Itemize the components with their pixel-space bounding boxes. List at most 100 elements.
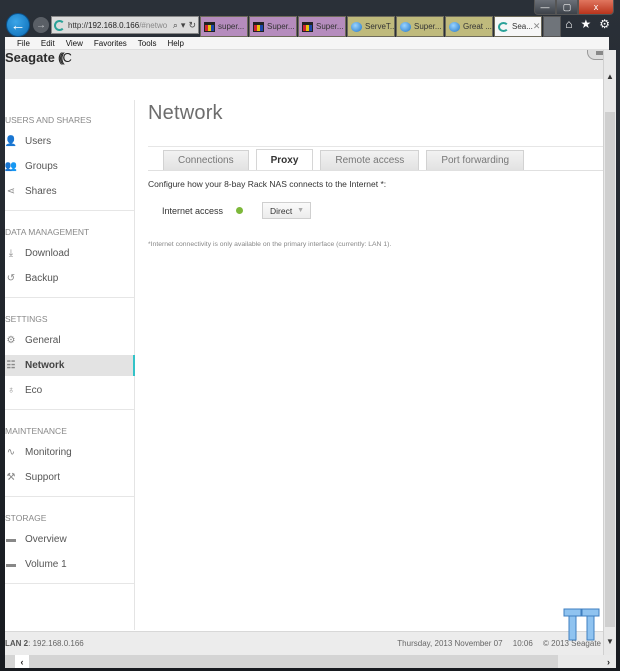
address-bar[interactable]: http://192.168.0.166/#netwo ⌕ ▾ ↻ [51, 16, 199, 34]
refresh-icon[interactable]: ↻ [188, 20, 196, 31]
sidebar-item-overview[interactable]: ▬ Overview [5, 529, 134, 550]
sidebar-item-groups[interactable]: 👥 Groups [5, 156, 134, 177]
browser-tab-label: ServeT... [365, 22, 395, 31]
tab-connections[interactable]: Connections [163, 150, 249, 170]
tab-proxy[interactable]: Proxy [255, 149, 314, 170]
home-icon[interactable]: ⌂ [565, 17, 572, 31]
tab-port-forwarding[interactable]: Port forwarding [426, 150, 525, 170]
shopping-bag-icon [204, 21, 215, 32]
back-button[interactable]: ← [6, 13, 30, 37]
browser-tab[interactable]: Great ... [445, 16, 493, 37]
seagate-icon [498, 21, 509, 32]
vertical-scrollbar[interactable]: ▲ ▼ [603, 50, 616, 655]
globe-icon [449, 21, 460, 32]
minimize-icon: — [540, 2, 550, 12]
sidebar-item-users[interactable]: 👤 Users [5, 131, 134, 152]
scroll-down-icon[interactable]: ▼ [604, 637, 616, 646]
sidebar-item-label: Shares [25, 186, 57, 197]
tweaktown-watermark-icon [563, 608, 600, 641]
sidebar-section-title: Storage [5, 513, 47, 523]
backup-icon: ↺ [6, 273, 16, 284]
lan-ip: : 192.168.0.166 [28, 639, 84, 648]
sidebar-item-label: Download [25, 248, 70, 259]
tabs-divider [148, 170, 603, 171]
seagate-logo[interactable]: Seagate ((( C [5, 50, 72, 65]
sidebar-item-volume-1[interactable]: ▬ Volume 1 [5, 554, 134, 575]
browser-tab-label: Super... [316, 22, 344, 31]
maximize-icon: ▢ [562, 1, 572, 12]
tab-remote-access[interactable]: Remote access [320, 150, 420, 170]
browser-tab[interactable]: Super... [298, 16, 346, 37]
sidebar-section: Storage ▬ Overview ▬ Volume 1 [5, 511, 134, 584]
arrow-right-icon: → [36, 19, 46, 31]
browser-tab-label: super... [218, 22, 245, 31]
browser-tab[interactable]: Super... [249, 16, 297, 37]
internet-access-label: Internet access [162, 205, 224, 216]
search-icon[interactable]: ⌕ [173, 20, 178, 31]
sidebar-section: Maintenance ∿ Monitoring ⚒ Support [5, 424, 134, 497]
page-title: Network [148, 102, 223, 124]
sidebar-item-shares[interactable]: ⋖ Shares [5, 181, 134, 202]
globe-icon [351, 21, 362, 32]
scroll-right-icon[interactable]: › [558, 655, 616, 668]
address-scheme: http:// [68, 20, 89, 30]
page-viewport: Seagate ((( C Users and Shares 👤 Users 👥 Gro… [5, 50, 603, 655]
sidebar-item-label: Eco [25, 385, 43, 396]
sidebar-section-title: Settings [5, 314, 48, 324]
new-tab-button[interactable] [543, 16, 561, 37]
browser-tab[interactable]: Super... [396, 16, 444, 37]
status-dot-icon [236, 207, 244, 214]
disk-icon: ▬ [6, 559, 16, 570]
browser-tab[interactable]: Sea... ✕ [494, 16, 542, 37]
favorites-star-icon[interactable]: ★ [580, 17, 591, 31]
footnote: *Internet connectivity is only available… [148, 241, 392, 248]
menu-favorites[interactable]: Favorites [94, 39, 127, 48]
user-icon: 👤 [5, 136, 18, 147]
sidebar-item-eco[interactable]: ♁ Eco [5, 380, 134, 401]
internet-access-select[interactable]: Direct ▼ [262, 202, 312, 219]
sidebar-item-download[interactable]: ⤓ Download [5, 243, 134, 264]
settings-gear-icon[interactable]: ⚙ [599, 17, 610, 31]
sidebar-item-monitoring[interactable]: ∿ Monitoring [5, 442, 134, 463]
menu-file[interactable]: File [17, 39, 30, 48]
sidebar: Users and Shares 👤 Users 👥 Groups ⋖ Shares Data… [5, 100, 135, 630]
menu-edit[interactable]: Edit [41, 39, 55, 48]
dropdown-icon[interactable]: ▾ [181, 20, 186, 31]
address-host: 192.168.0.166 [88, 20, 140, 30]
chevron-down-icon: ▼ [297, 207, 305, 214]
logo-text: Seagate [5, 50, 55, 65]
wrench-icon: ⚒ [6, 472, 16, 483]
sidebar-item-general[interactable]: ⚙ General [5, 330, 134, 351]
horizontal-scrollbar[interactable]: ‹ › [5, 655, 616, 668]
sidebar-item-label: General [25, 335, 61, 346]
scroll-up-icon[interactable]: ▲ [604, 72, 616, 81]
close-tab-icon[interactable]: ✕ [533, 21, 541, 32]
browser-tab[interactable]: super... [200, 16, 248, 37]
seagate-waves-icon: ((( C [57, 50, 72, 65]
sidebar-item-network[interactable]: ☷ Network [5, 355, 135, 376]
browser-tab-label: Great ... [463, 22, 492, 31]
proxy-intro-text: Configure how your 8-bay Rack NAS connec… [148, 179, 387, 189]
lan-label: LAN 2 [5, 639, 29, 648]
status-date: Thursday, 2013 November 07 [397, 639, 503, 648]
menu-tools[interactable]: Tools [138, 39, 157, 48]
sidebar-item-label: Volume 1 [25, 559, 67, 570]
sidebar-item-label: Overview [25, 534, 67, 545]
browser-tab[interactable]: ServeT... [347, 16, 395, 37]
scroll-left-icon[interactable]: ‹ [15, 655, 29, 668]
menu-help[interactable]: Help [167, 39, 183, 48]
menu-bar: File Edit View Favorites Tools Help [5, 37, 609, 50]
menu-view[interactable]: View [66, 39, 83, 48]
forward-button[interactable]: → [33, 17, 49, 33]
arrow-left-icon: ← [10, 16, 26, 34]
sidebar-item-backup[interactable]: ↺ Backup [5, 268, 134, 289]
power-menu-button[interactable] [587, 50, 603, 60]
disk-icon: ▬ [6, 534, 16, 545]
browser-tabs: super... Super... Super... ServeT... Super..… [200, 16, 561, 37]
sidebar-section: Data Management ⤓ Download ↺ Backup [5, 225, 134, 298]
sidebar-item-support[interactable]: ⚒ Support [5, 467, 134, 488]
pulse-icon: ∿ [6, 447, 16, 458]
scroll-thumb[interactable] [605, 112, 615, 627]
globe-icon [400, 21, 411, 32]
title-divider [148, 146, 603, 147]
